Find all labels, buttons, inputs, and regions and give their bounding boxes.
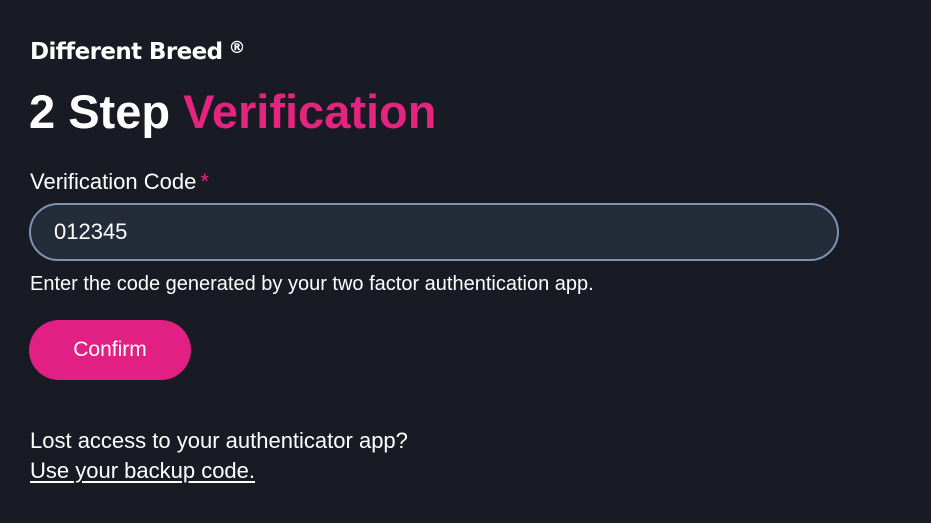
verification-code-label-text: Verification Code bbox=[30, 169, 197, 194]
backup-code-link[interactable]: Use your backup code. bbox=[30, 457, 255, 485]
page-title-part2: Verification bbox=[183, 85, 437, 138]
brand-logo: Different Breed ® bbox=[30, 33, 245, 67]
confirm-button[interactable]: Confirm bbox=[29, 320, 191, 380]
page-title-part1: 2 Step bbox=[29, 85, 171, 138]
required-marker: * bbox=[200, 169, 209, 194]
page-title: 2 Step Verification bbox=[29, 84, 436, 140]
two-step-verification-page: Different Breed ® 2 Step Verification Ver… bbox=[0, 0, 931, 523]
verification-code-help: Enter the code generated by your two fac… bbox=[30, 273, 594, 295]
brand-name: Different Breed bbox=[30, 39, 223, 65]
registered-mark: ® bbox=[228, 38, 246, 58]
verification-code-input[interactable] bbox=[29, 203, 839, 261]
verification-code-label: Verification Code * bbox=[30, 168, 209, 196]
lost-access-prompt: Lost access to your authenticator app? bbox=[30, 428, 408, 453]
